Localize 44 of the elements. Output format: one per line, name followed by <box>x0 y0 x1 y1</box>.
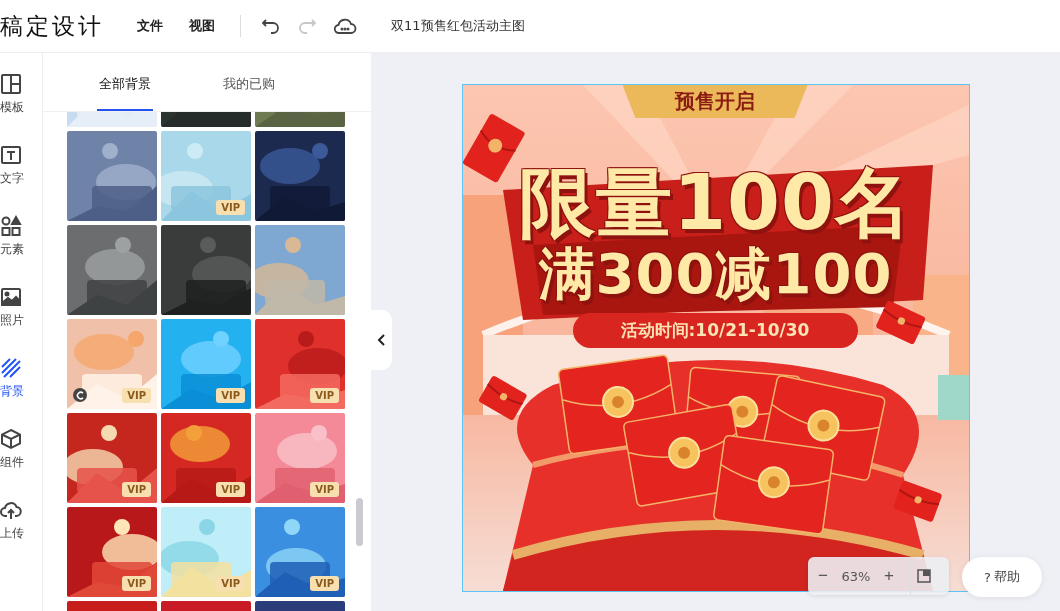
vip-badge: VIP <box>310 482 339 497</box>
undo-icon <box>261 16 281 36</box>
vip-badge: VIP <box>310 388 339 403</box>
vip-badge: VIP <box>122 388 151 403</box>
sidebar-item[interactable]: 文字 <box>0 144 42 195</box>
poster-tag: 预售开启 <box>622 85 808 118</box>
redo-icon <box>297 16 317 36</box>
zoom-out-button[interactable]: − <box>808 566 838 586</box>
sidebar-item[interactable]: 元素 <box>0 215 42 266</box>
cloud-icon <box>333 16 357 36</box>
upload-icon <box>0 499 22 521</box>
sidebar-item[interactable]: 上传 <box>0 499 42 550</box>
layout-icon <box>0 73 22 95</box>
vip-badge: VIP <box>216 482 245 497</box>
help-button[interactable]: ? 帮助 <box>962 557 1042 597</box>
vip-badge: VIP <box>216 200 245 215</box>
fit-screen-icon[interactable] <box>917 569 931 583</box>
chevron-left-icon <box>376 334 387 346</box>
tab[interactable]: 我的已购 <box>221 75 277 111</box>
cube-icon <box>0 428 22 450</box>
vip-badge: VIP <box>122 482 151 497</box>
vip-badge: VIP <box>310 576 339 591</box>
brand-logo[interactable]: 稿定设计 <box>0 10 104 42</box>
scrollbar-thumb[interactable] <box>356 498 363 546</box>
stripes-icon <box>0 357 22 379</box>
zoom-level: 63% <box>840 568 872 584</box>
vip-badge: VIP <box>216 388 245 403</box>
date-pill: 活动时间:10/21-10/30 <box>572 313 858 348</box>
vip-badge: VIP <box>122 576 151 591</box>
menu-item[interactable]: 视图 <box>189 17 215 35</box>
sidebar-item[interactable]: 组件 <box>0 428 42 479</box>
poster-headline: 限量100名 <box>519 161 912 245</box>
zoom-in-button[interactable]: + <box>874 566 904 586</box>
sidebar-item[interactable]: 模板 <box>0 73 42 124</box>
vip-badge: VIP <box>216 576 245 591</box>
document-title[interactable]: 双11预售红包活动主图 <box>391 17 525 35</box>
menu-item[interactable]: 文件 <box>137 17 163 35</box>
sidebar-item[interactable]: 背景 <box>0 357 42 408</box>
shapes-icon <box>0 215 22 237</box>
collapse-panel-button[interactable] <box>371 310 392 370</box>
text-icon <box>0 144 22 166</box>
image-icon <box>0 286 22 308</box>
poster-subheadline: 满300减100 <box>538 243 893 305</box>
sidebar-item[interactable]: 照片 <box>0 286 42 337</box>
